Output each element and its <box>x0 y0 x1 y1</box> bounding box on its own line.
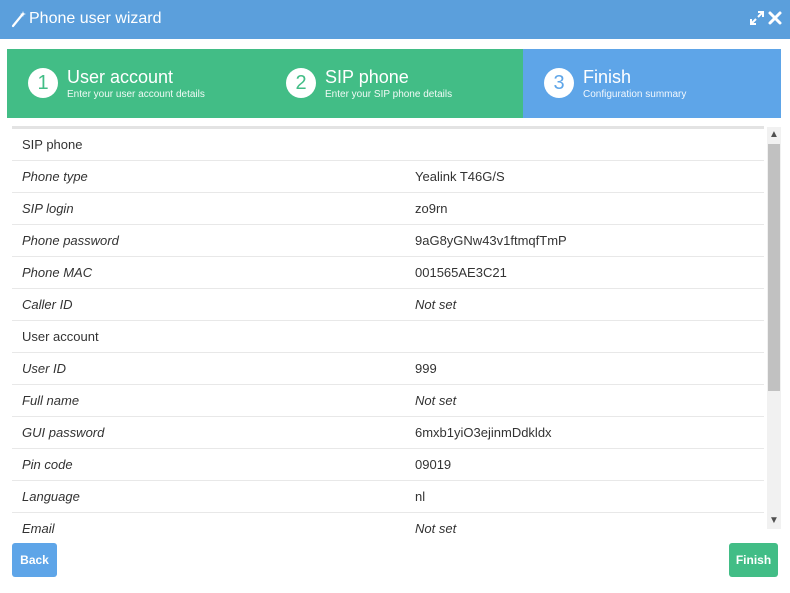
table-row: Phone password 9aG8yGNw43v1ftmqfTmP <box>12 224 764 257</box>
step-number: 1 <box>28 68 58 98</box>
summary-table: SIP phone Phone type Yealink T46G/S SIP l… <box>12 129 764 534</box>
table-row: Phone MAC 001565AE3C21 <box>12 256 764 289</box>
row-value: zo9rn <box>405 192 764 225</box>
row-value: 6mxb1yiO3ejinmDdkldx <box>405 416 764 449</box>
row-label: Phone MAC <box>12 256 405 289</box>
step-sip-phone[interactable]: 2 SIP phone Enter your SIP phone details <box>265 49 523 118</box>
row-label: Language <box>12 480 405 513</box>
row-label: Full name <box>12 384 405 417</box>
vertical-scrollbar[interactable]: ▲ ▼ <box>767 127 781 529</box>
table-row: User ID 999 <box>12 352 764 385</box>
row-label: Caller ID <box>12 288 405 321</box>
table-row: Pin code 09019 <box>12 448 764 481</box>
row-value: Yealink T46G/S <box>405 160 764 193</box>
row-value <box>405 129 764 161</box>
step-user-account[interactable]: 1 User account Enter your user account d… <box>7 49 265 118</box>
wizard-steps: 1 User account Enter your user account d… <box>7 49 781 118</box>
scrollbar-thumb[interactable] <box>768 144 780 391</box>
row-value: Not set <box>405 512 764 534</box>
row-value: 001565AE3C21 <box>405 256 764 289</box>
step-number: 3 <box>544 68 574 98</box>
row-value <box>405 320 764 353</box>
table-row: Language nl <box>12 480 764 513</box>
table-row: GUI password 6mxb1yiO3ejinmDdkldx <box>12 416 764 449</box>
back-button[interactable]: Back <box>12 543 57 577</box>
row-label: User ID <box>12 352 405 385</box>
window-title: Phone user wizard <box>29 10 162 27</box>
row-label: Phone type <box>12 160 405 193</box>
row-label: SIP login <box>12 192 405 225</box>
close-icon[interactable] <box>767 10 783 26</box>
row-label: Email <box>12 512 405 534</box>
table-row: Email Not set <box>12 512 764 534</box>
step-title: Finish <box>583 67 632 87</box>
step-title: User account <box>67 67 174 87</box>
row-value: 09019 <box>405 448 764 481</box>
scroll-down-arrow-icon[interactable]: ▼ <box>767 513 781 529</box>
row-value: nl <box>405 480 764 513</box>
step-number: 2 <box>286 68 316 98</box>
row-label: Phone password <box>12 224 405 257</box>
row-label: GUI password <box>12 416 405 449</box>
table-row: SIP phone <box>12 129 764 161</box>
maximize-icon[interactable] <box>749 10 765 26</box>
magic-wand-icon <box>11 11 26 28</box>
table-row: Full name Not set <box>12 384 764 417</box>
section-header: SIP phone <box>12 129 405 161</box>
summary-table-container[interactable]: SIP phone Phone type Yealink T46G/S SIP l… <box>12 126 764 534</box>
finish-button[interactable]: Finish <box>729 543 778 577</box>
step-subtitle: Enter your SIP phone details <box>325 89 453 100</box>
row-value: 9aG8yGNw43v1ftmqfTmP <box>405 224 764 257</box>
step-subtitle: Enter your user account details <box>67 89 205 100</box>
step-subtitle: Configuration summary <box>583 89 687 100</box>
scroll-up-arrow-icon[interactable]: ▲ <box>767 127 781 143</box>
table-row: Caller ID Not set <box>12 288 764 321</box>
row-value: Not set <box>405 288 764 321</box>
table-row: Phone type Yealink T46G/S <box>12 160 764 193</box>
window-titlebar: Phone user wizard <box>0 0 790 39</box>
step-title: SIP phone <box>325 67 409 87</box>
step-finish[interactable]: 3 Finish Configuration summary <box>523 49 781 118</box>
row-value: 999 <box>405 352 764 385</box>
table-row: SIP login zo9rn <box>12 192 764 225</box>
row-label: Pin code <box>12 448 405 481</box>
row-value: Not set <box>405 384 764 417</box>
table-row: User account <box>12 320 764 353</box>
section-header: User account <box>12 320 405 353</box>
